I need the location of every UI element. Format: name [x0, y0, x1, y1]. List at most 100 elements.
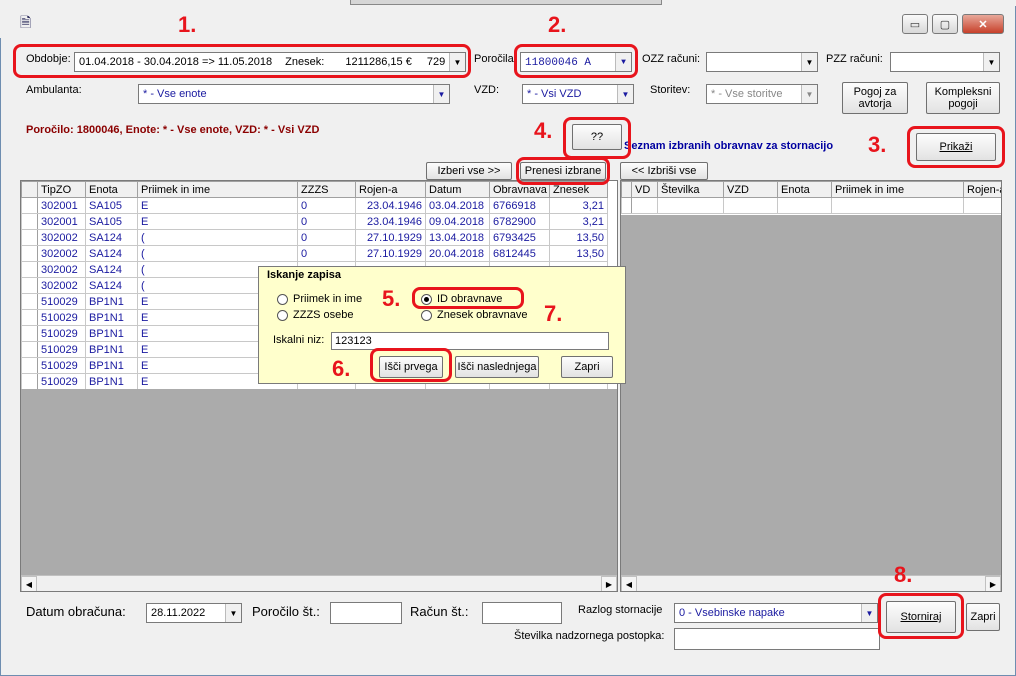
- table-cell: 0: [297, 245, 356, 262]
- scroll-right-icon[interactable]: ▶: [985, 576, 1001, 591]
- row-selector[interactable]: [21, 277, 38, 294]
- col-priimek[interactable]: Priimek in ime: [831, 181, 964, 198]
- chevron-down-icon[interactable]: ▼: [801, 85, 817, 103]
- table-row[interactable]: 302001 SA105 E 0 23.04.1946 09.04.2018 6782900…: [21, 213, 608, 230]
- close-button[interactable]: ✕: [962, 14, 1004, 34]
- maximize-button[interactable]: ▢: [932, 14, 958, 34]
- porocilo-label: Poročila: [474, 53, 514, 65]
- ambulanta-combo[interactable]: * - Vse enote ▼: [138, 84, 450, 104]
- table-cell: 6782900: [489, 213, 550, 230]
- table-cell: BP1N1: [85, 293, 138, 310]
- col-vd[interactable]: VD: [631, 181, 658, 198]
- racun-st-input[interactable]: [482, 602, 562, 624]
- radio-znesek-label: Znesek obravnave: [437, 309, 528, 321]
- chevron-down-icon[interactable]: ▼: [801, 53, 817, 71]
- kompleksni-pogoji-button[interactable]: Kompleksni pogoji: [926, 82, 1000, 114]
- annotation-7: 7.: [544, 301, 563, 326]
- table-cell: 23.04.1946: [355, 213, 426, 230]
- right-grid[interactable]: VD Številka VZD Enota Priimek in ime Roj…: [620, 180, 1002, 592]
- row-selector[interactable]: [21, 373, 38, 390]
- table-cell: 302002: [37, 245, 86, 262]
- chevron-down-icon[interactable]: ▼: [433, 85, 449, 103]
- table-cell: 3,21: [549, 197, 608, 214]
- table-row[interactable]: 302002 SA124(0 27.10.1929 20.04.2018 6812445…: [21, 245, 608, 262]
- col-rojen[interactable]: Rojen-a: [355, 181, 426, 198]
- chevron-down-icon[interactable]: ▼: [225, 604, 241, 622]
- right-table-header: VD Številka VZD Enota Priimek in ime Roj…: [621, 181, 1001, 198]
- col-priimek[interactable]: Priimek in ime: [137, 181, 298, 198]
- table-cell: BP1N1: [85, 309, 138, 326]
- pogoj-avtorja-button[interactable]: Pogoj za avtorja: [842, 82, 908, 114]
- row-selector[interactable]: [21, 357, 38, 374]
- ozz-label: OZZ računi:: [642, 53, 701, 65]
- iskalni-niz-input[interactable]: 123123: [331, 332, 609, 350]
- row-selector[interactable]: [21, 293, 38, 310]
- right-horizontal-scrollbar[interactable]: ◀ ▶: [621, 575, 1001, 591]
- row-selector[interactable]: [21, 229, 38, 246]
- minimize-button[interactable]: ▭: [902, 14, 928, 34]
- radio-znesek[interactable]: [421, 310, 432, 321]
- row-selector-header: [21, 181, 38, 198]
- row-selector[interactable]: [21, 213, 38, 230]
- row-selector[interactable]: [21, 325, 38, 342]
- table-row[interactable]: 302002 SA124(0 27.10.1929 13.04.2018 6793425…: [21, 229, 608, 246]
- ozz-combo[interactable]: ▼: [706, 52, 818, 72]
- izberi-vse-button[interactable]: Izberi vse >>: [426, 162, 512, 180]
- table-cell: 510029: [37, 325, 86, 342]
- table-cell: 0: [297, 213, 356, 230]
- porocilo-st-label: Poročilo št.:: [252, 604, 320, 619]
- table-cell: SA124: [85, 229, 138, 246]
- chevron-down-icon[interactable]: ▼: [617, 85, 633, 103]
- highlight-id-obravnave: [412, 287, 524, 309]
- row-selector[interactable]: [21, 341, 38, 358]
- table-cell: 510029: [37, 341, 86, 358]
- left-horizontal-scrollbar[interactable]: ◀ ▶: [21, 575, 617, 591]
- storitev-combo[interactable]: * - Vse storitve ▼: [706, 84, 818, 104]
- zapri-dialog-button[interactable]: Zapri: [561, 356, 613, 378]
- table-row[interactable]: [621, 197, 1001, 214]
- annotation-8: 8.: [894, 562, 913, 587]
- porocilo-st-input[interactable]: [330, 602, 402, 624]
- razlog-combo[interactable]: 0 - Vsebinske napake ▼: [674, 603, 878, 623]
- chevron-down-icon[interactable]: ▼: [983, 53, 999, 71]
- scroll-right-icon[interactable]: ▶: [601, 576, 617, 591]
- table-cell: 510029: [37, 373, 86, 390]
- col-rojen[interactable]: Rojen-a: [963, 181, 1001, 198]
- zapri-button[interactable]: Zapri: [966, 603, 1000, 631]
- col-stevilka[interactable]: Številka: [657, 181, 724, 198]
- razlog-value: 0 - Vsebinske napake: [679, 607, 785, 619]
- nadzor-input[interactable]: [674, 628, 880, 650]
- col-tipzo[interactable]: TipZO: [37, 181, 86, 198]
- storitev-value: * - Vse storitve: [711, 88, 783, 100]
- vzd-combo[interactable]: * - Vsi VZD ▼: [522, 84, 634, 104]
- scroll-left-icon[interactable]: ◀: [621, 576, 637, 591]
- row-selector[interactable]: [21, 309, 38, 326]
- col-datum[interactable]: Datum: [425, 181, 490, 198]
- table-cell: 6766918: [489, 197, 550, 214]
- col-zzzs[interactable]: ZZZS: [297, 181, 356, 198]
- table-cell: 0: [297, 197, 356, 214]
- row-selector[interactable]: [21, 245, 38, 262]
- table-cell: 13,50: [549, 245, 608, 262]
- table-cell: BP1N1: [85, 357, 138, 374]
- radio-priimek[interactable]: [277, 294, 288, 305]
- row-selector[interactable]: [21, 197, 38, 214]
- table-row[interactable]: 302001 SA105 E 0 23.04.1946 03.04.2018 6766918…: [21, 197, 608, 214]
- annotation-1: 1.: [178, 12, 197, 37]
- radio-zzzs[interactable]: [277, 310, 288, 321]
- col-vzd[interactable]: VZD: [723, 181, 778, 198]
- radio-zzzs-label: ZZZS osebe: [293, 309, 354, 321]
- scroll-left-icon[interactable]: ◀: [21, 576, 37, 591]
- table-cell: 302001: [37, 197, 86, 214]
- row-selector[interactable]: [21, 261, 38, 278]
- chevron-down-icon[interactable]: ▼: [861, 604, 877, 622]
- isci-naslednjega-button[interactable]: Išči naslednjega: [455, 356, 539, 378]
- col-enota[interactable]: Enota: [85, 181, 138, 198]
- table-cell: 13.04.2018: [425, 229, 490, 246]
- izbrisi-vse-button[interactable]: << Izbriši vse: [620, 162, 708, 180]
- col-enota[interactable]: Enota: [777, 181, 832, 198]
- pzz-combo[interactable]: ▼: [890, 52, 1000, 72]
- row-selector-header: [621, 181, 632, 198]
- datum-obracuna-combo[interactable]: 28.11.2022 ▼: [146, 603, 242, 623]
- left-grid[interactable]: TipZO Enota Priimek in ime ZZZS Rojen-a …: [20, 180, 618, 592]
